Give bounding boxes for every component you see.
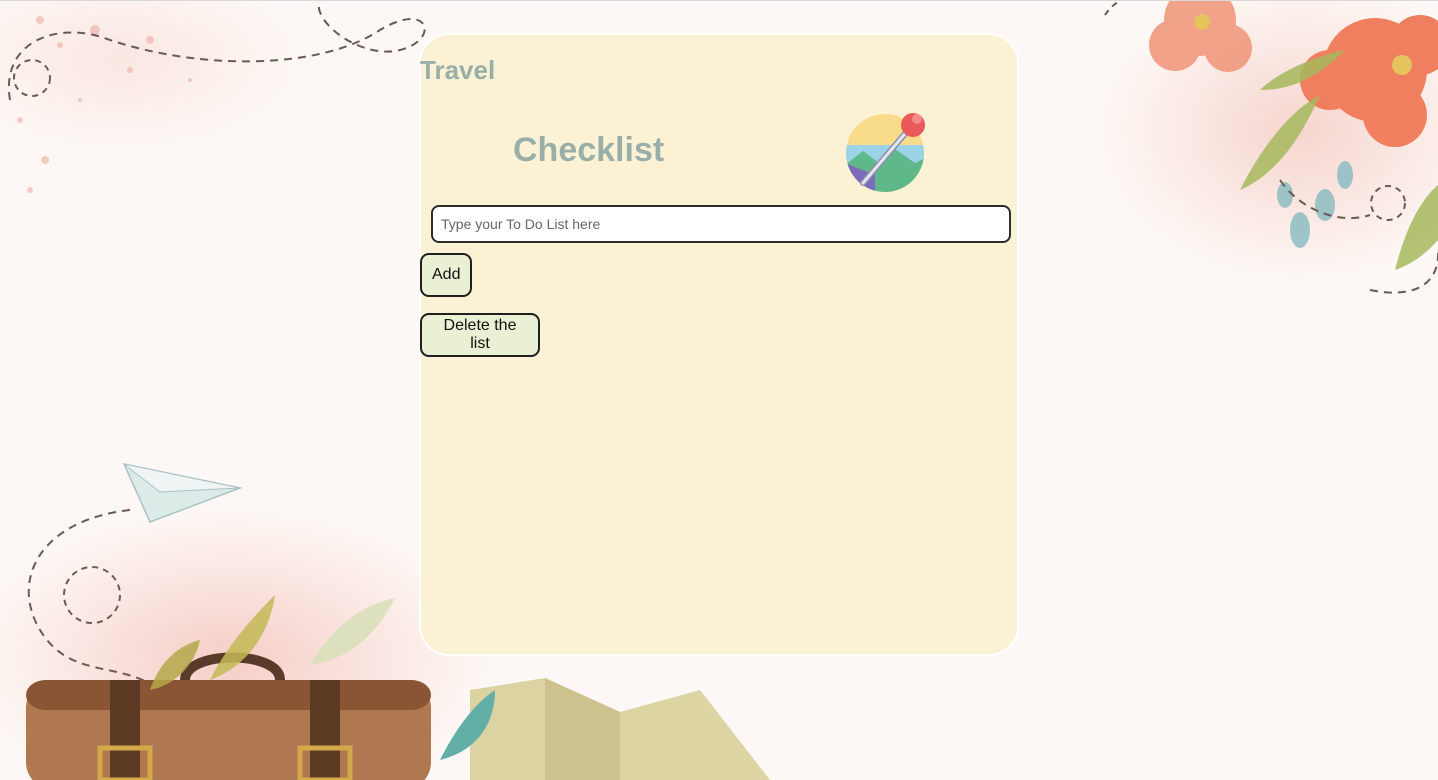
delete-list-button[interactable]: Delete the list (420, 313, 540, 357)
map-pin-icon (846, 113, 925, 192)
page-subtitle: Checklist (513, 131, 665, 169)
add-button[interactable]: Add (420, 253, 472, 297)
page-title: Travel (420, 55, 496, 85)
folded-map-illustration (440, 678, 770, 780)
todo-input[interactable] (431, 205, 1011, 243)
checklist-card: Travel Checklist Add Delete the list (419, 33, 1019, 656)
page-top-border (0, 0, 1438, 1)
